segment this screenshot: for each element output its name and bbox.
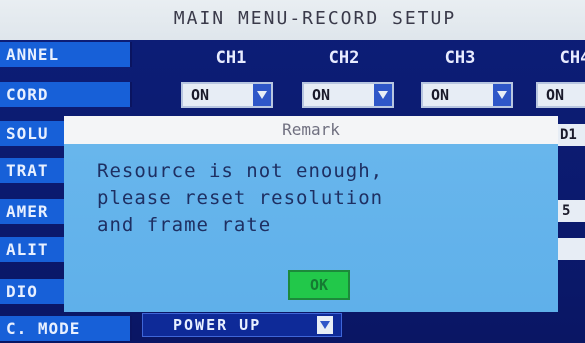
ok-button[interactable]: OK [288,270,350,300]
dialog-message-line: please reset resolution [97,187,384,209]
record-select-ch4[interactable]: ON [536,82,585,108]
header-bar: MAIN MENU-RECORD SETUP [0,0,585,40]
channel-header-1: CH1 [215,48,247,68]
camera-value-ch4[interactable]: 5 [558,200,585,222]
record-select-ch1[interactable]: ON [181,82,273,108]
dialog-title: Remark [282,120,340,139]
dialog-message: Resource is not enough, please reset res… [97,158,537,239]
sidebar-item-record[interactable]: CORD [0,82,132,107]
chevron-down-icon [253,84,271,106]
page-title: MAIN MENU-RECORD SETUP [173,8,457,29]
remark-dialog: Remark Resource is not enough, please re… [64,116,558,312]
record-select-ch3[interactable]: ON [421,82,513,108]
quality-select-ch4[interactable] [558,238,585,260]
record-select-value: ON [191,86,210,104]
dvr-screen: MAIN MENU-RECORD SETUP ANNEL CORD SOLU T… [0,0,585,343]
chevron-down-icon [317,316,333,334]
channel-header-3: CH3 [444,48,476,68]
record-select-value: ON [312,86,331,104]
dialog-message-line: and frame rate [97,214,272,236]
chevron-down-icon [493,84,511,106]
channel-header-2: CH2 [328,48,360,68]
rec-mode-value: POWER UP [173,316,262,334]
sidebar-item-channel[interactable]: ANNEL [0,42,132,67]
sidebar-item-rec-mode[interactable]: C. MODE [0,316,132,341]
record-select-value: ON [546,86,565,104]
rec-mode-select[interactable]: POWER UP [142,313,342,337]
resolution-value-ch4[interactable]: D1 [558,124,585,146]
chevron-down-icon [374,84,392,106]
record-select-value: ON [431,86,450,104]
record-select-ch2[interactable]: ON [302,82,394,108]
channel-header-4: CH4 [559,48,585,68]
dialog-body: Resource is not enough, please reset res… [64,144,558,312]
dialog-message-line: Resource is not enough, [97,160,384,182]
dialog-header: Remark [64,116,558,144]
